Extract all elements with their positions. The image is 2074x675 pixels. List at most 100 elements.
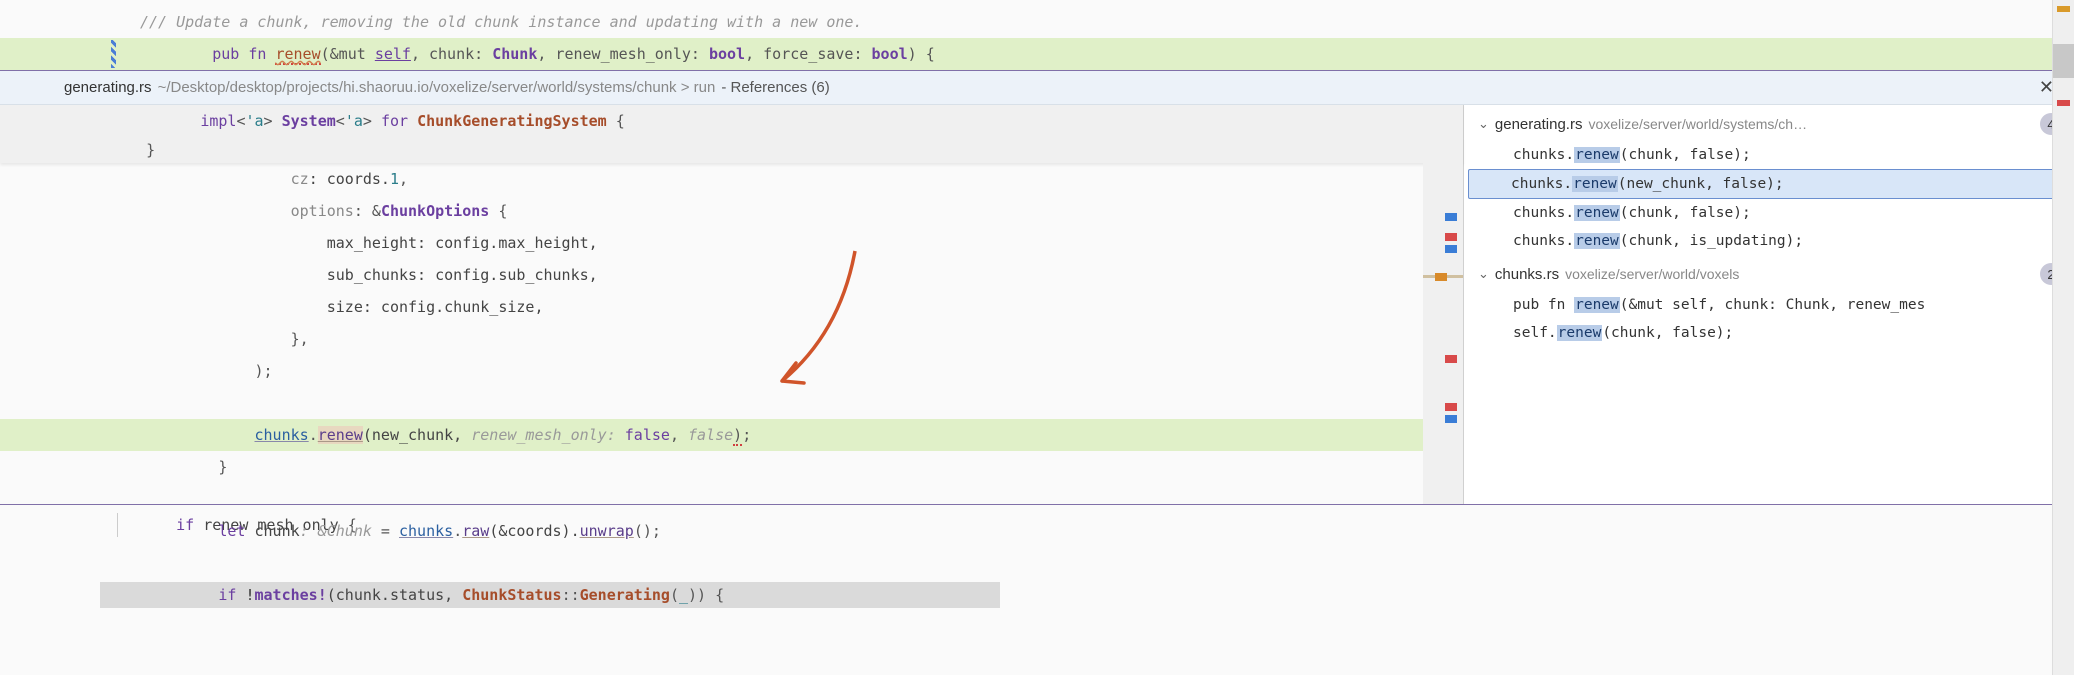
type-chunkstatus: ChunkStatus bbox=[462, 586, 561, 604]
reference-item[interactable]: pub fn renew(&mut self, chunk: Chunk, re… bbox=[1464, 291, 2074, 319]
punct: } bbox=[146, 141, 155, 159]
reference-item[interactable]: chunks.renew(chunk, false); bbox=[1464, 199, 2074, 227]
param-sep: , renew_mesh_only: bbox=[537, 45, 709, 63]
code-line-signature[interactable]: pub fn renew(&mut self, chunk: Chunk, re… bbox=[0, 38, 2074, 70]
reference-text-pre: chunks. bbox=[1513, 147, 1574, 163]
reference-match-highlight: renew bbox=[1572, 176, 1618, 192]
keyword-impl: impl bbox=[200, 112, 236, 130]
reference-match-highlight: renew bbox=[1557, 325, 1603, 341]
blank-line[interactable] bbox=[0, 547, 1463, 579]
var-chunk: chunk bbox=[245, 522, 299, 540]
reference-group-header[interactable]: ⌄ generating.rs voxelize/server/world/syst… bbox=[1464, 105, 2074, 141]
struct-field: max_height: config.max_height, bbox=[327, 234, 598, 252]
scroll-marker-warning[interactable] bbox=[2057, 6, 2070, 12]
bool-false: false bbox=[625, 426, 670, 444]
type-bool: bool bbox=[872, 45, 908, 63]
reference-group-path: voxelize/server/world/systems/ch… bbox=[1588, 116, 1807, 132]
reference-text-pre: chunks. bbox=[1513, 205, 1574, 221]
code-line[interactable]: }, bbox=[0, 323, 1463, 355]
op-not: ! bbox=[236, 586, 254, 604]
reference-text-pre: self. bbox=[1513, 325, 1557, 341]
keyword-for: for bbox=[381, 112, 417, 130]
code-body[interactable]: cz: coords.1, options: &ChunkOptions { m… bbox=[0, 163, 1463, 611]
scrollbar-thumb[interactable] bbox=[2053, 44, 2074, 78]
punct: { bbox=[917, 45, 935, 63]
reference-match-highlight: renew bbox=[1574, 147, 1620, 163]
reference-group-header[interactable]: ⌄chunks.rsvoxelize/server/world/voxels2 bbox=[1464, 255, 2074, 291]
type-chunkgeneratingsystem: ChunkGeneratingSystem bbox=[417, 112, 607, 130]
punct: ) bbox=[908, 45, 917, 63]
reference-group-path: voxelize/server/world/voxels bbox=[1565, 266, 1739, 282]
punct: > bbox=[363, 112, 381, 130]
type-chunkoptions: ChunkOptions bbox=[381, 202, 489, 220]
marker-error[interactable] bbox=[1445, 355, 1457, 363]
chevron-down-icon: ⌄ bbox=[1478, 116, 1489, 132]
lifetime-a: 'a bbox=[245, 112, 263, 130]
punct: < bbox=[336, 112, 345, 130]
reference-item[interactable]: chunks.renew(chunk, is_updating); bbox=[1464, 227, 2074, 255]
reference-match-highlight: renew bbox=[1574, 297, 1620, 313]
minimap-gutter[interactable] bbox=[1423, 105, 1463, 504]
marker-info[interactable] bbox=[1445, 245, 1457, 253]
variant-generating: Generating bbox=[580, 586, 670, 604]
punct: ( bbox=[321, 45, 330, 63]
blank-line[interactable] bbox=[0, 483, 1463, 515]
definition-preview: /// Update a chunk, removing the old chu… bbox=[0, 0, 2074, 70]
keyword-let: let bbox=[218, 522, 245, 540]
marker-info[interactable] bbox=[1445, 213, 1457, 221]
marker-warning[interactable] bbox=[1435, 273, 1447, 281]
call-raw: raw bbox=[462, 522, 489, 540]
vcs-change-marker bbox=[111, 40, 116, 68]
blank-line[interactable] bbox=[0, 387, 1463, 419]
reference-text-post: (new_chunk, false); bbox=[1618, 176, 1784, 192]
code-line[interactable]: if !matches!(chunk.status, ChunkStatus::… bbox=[0, 579, 1463, 611]
punct: > bbox=[264, 112, 282, 130]
reference-text-post: (chunk, false); bbox=[1620, 147, 1751, 163]
punct: }, bbox=[291, 330, 309, 348]
sticky-scroll-line-1[interactable]: impl<'a> System<'a> for ChunkGeneratingS… bbox=[0, 105, 1463, 137]
reference-group-file: generating.rs bbox=[1495, 116, 1583, 133]
reference-text-post: (&mut self, chunk: Chunk, renew_mes bbox=[1620, 297, 1926, 313]
punct: (); bbox=[634, 522, 661, 540]
marker-info[interactable] bbox=[1445, 415, 1457, 423]
reference-item[interactable]: chunks.renew(chunk, false); bbox=[1464, 141, 2074, 169]
punct: . bbox=[309, 426, 318, 444]
type-chunk: Chunk bbox=[492, 45, 537, 63]
reference-match-highlight: renew bbox=[1574, 233, 1620, 249]
reference-text-post: (chunk, false); bbox=[1602, 325, 1733, 341]
code-line[interactable]: sub_chunks: config.sub_chunks, bbox=[0, 259, 1463, 291]
code-line[interactable]: let chunk: &Chunk = chunks.raw(&coords).… bbox=[0, 515, 1463, 547]
code-line[interactable]: size: config.chunk_size, bbox=[0, 291, 1463, 323]
reference-group-file: chunks.rs bbox=[1495, 266, 1559, 283]
punct: ); bbox=[255, 362, 273, 380]
code-line[interactable]: max_height: config.max_height, bbox=[0, 227, 1463, 259]
references-split: impl<'a> System<'a> for ChunkGeneratingS… bbox=[0, 105, 2074, 505]
inlay-hint: renew_mesh_only: bbox=[471, 426, 625, 444]
marker-error[interactable] bbox=[1445, 233, 1457, 241]
wildcard: _ bbox=[679, 586, 688, 604]
punct: ; bbox=[742, 426, 751, 444]
reference-text-pre: pub fn bbox=[1513, 297, 1574, 313]
code-line[interactable]: ); bbox=[0, 355, 1463, 387]
reference-text-post: (chunk, is_updating); bbox=[1620, 233, 1803, 249]
punct: { bbox=[489, 202, 507, 220]
code-line-highlighted-match[interactable]: chunks.renew(new_chunk, renew_mesh_only:… bbox=[0, 419, 1463, 451]
scroll-marker-error[interactable] bbox=[2057, 100, 2070, 106]
punct: . bbox=[453, 522, 462, 540]
code-line[interactable]: } bbox=[0, 451, 1463, 483]
editor-scrollbar[interactable] bbox=[2052, 0, 2074, 675]
punct: , bbox=[670, 426, 688, 444]
keyword-fn: fn bbox=[248, 45, 266, 63]
paren-error: ) bbox=[733, 426, 742, 446]
code-line[interactable]: options: &ChunkOptions { bbox=[0, 195, 1463, 227]
code-line[interactable]: cz: coords.1, bbox=[0, 163, 1463, 195]
marker-error[interactable] bbox=[1445, 403, 1457, 411]
reference-item[interactable]: chunks.renew(new_chunk, false); bbox=[1468, 169, 2070, 199]
fn-name-renew: renew bbox=[275, 45, 320, 65]
punct: ( bbox=[670, 586, 679, 604]
args: (new_chunk, bbox=[363, 426, 471, 444]
reference-item[interactable]: self.renew(chunk, false); bbox=[1464, 319, 2074, 347]
references-code-view[interactable]: impl<'a> System<'a> for ChunkGeneratingS… bbox=[0, 105, 1464, 504]
keyword-pub: pub bbox=[212, 45, 239, 63]
call-renew: renew bbox=[318, 426, 363, 444]
